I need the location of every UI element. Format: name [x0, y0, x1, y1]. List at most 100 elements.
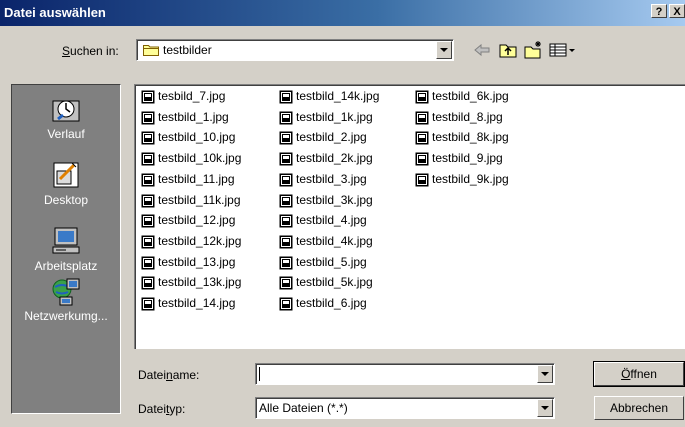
file-item[interactable]: testbild_1k.jpg: [279, 110, 373, 126]
file-list[interactable]: tesbild_7.jpg testbild_1.jpg testbild_10.j…: [134, 84, 685, 349]
image-file-icon: [279, 194, 293, 207]
file-name: testbild_1.jpg: [158, 109, 229, 124]
file-name: testbild_4.jpg: [296, 213, 367, 228]
cancel-button[interactable]: Abbrechen: [594, 396, 684, 420]
back-icon[interactable]: [472, 40, 492, 60]
file-item[interactable]: testbild_5k.jpg: [279, 275, 373, 291]
file-name: testbild_9k.jpg: [432, 171, 509, 186]
file-name: testbild_5k.jpg: [296, 275, 373, 290]
image-file-icon: [141, 152, 155, 166]
filetype-label-post: yp:: [169, 402, 186, 416]
file-item[interactable]: testbild_4.jpg: [279, 213, 367, 229]
file-name: testbild_4k.jpg: [296, 233, 373, 248]
file-name: testbild_12k.jpg: [158, 233, 242, 248]
image-file-icon: [279, 214, 293, 228]
file-item[interactable]: testbild_3.jpg: [279, 172, 367, 188]
title-bar[interactable]: Datei auswählen ? X: [0, 0, 685, 26]
file-name: testbild_3.jpg: [296, 171, 367, 186]
file-name: testbild_14k.jpg: [296, 89, 380, 103]
filetype-label: Dateityp:: [138, 402, 185, 416]
file-name: testbild_9.jpg: [432, 151, 503, 166]
file-item[interactable]: testbild_14.jpg: [141, 296, 235, 312]
open-button[interactable]: Öffnen: [593, 361, 685, 387]
filename-input[interactable]: [255, 363, 555, 385]
lookin-value: testbilder: [163, 43, 212, 57]
place-history[interactable]: Verlauf: [12, 93, 120, 141]
file-item[interactable]: testbild_2k.jpg: [279, 151, 373, 167]
image-file-icon: [279, 235, 293, 249]
file-name: testbild_5.jpg: [296, 254, 367, 269]
file-name: testbild_10k.jpg: [158, 151, 242, 166]
file-item[interactable]: testbild_2.jpg: [279, 130, 367, 146]
file-name: testbild_10.jpg: [158, 130, 236, 145]
filetype-dropdown[interactable]: Alle Dateien (*.*): [255, 397, 555, 419]
close-button[interactable]: X: [669, 4, 685, 18]
place-desktop[interactable]: Desktop: [12, 159, 120, 207]
image-file-icon: [279, 256, 293, 270]
file-name: testbild_13.jpg: [158, 254, 236, 269]
place-my-computer-label: Arbeitsplatz: [34, 259, 98, 273]
lookin-label-accel: S: [62, 44, 71, 58]
image-file-icon: [141, 214, 155, 228]
file-item[interactable]: testbild_10k.jpg: [141, 151, 241, 167]
file-item[interactable]: testbild_5.jpg: [279, 255, 367, 271]
file-name: testbild_13k.jpg: [158, 275, 242, 290]
filetype-label-pre: Datei: [138, 402, 167, 416]
filetype-dropdown-button[interactable]: [537, 399, 553, 417]
file-name: testbild_6k.jpg: [432, 89, 509, 103]
file-item[interactable]: testbild_6k.jpg: [415, 89, 509, 105]
file-item[interactable]: testbild_13k.jpg: [141, 275, 241, 291]
file-item[interactable]: testbild_13.jpg: [141, 255, 235, 271]
file-item[interactable]: testbild_9.jpg: [415, 151, 503, 167]
new-folder-icon[interactable]: [523, 40, 543, 60]
image-file-icon: [141, 297, 155, 311]
file-item[interactable]: testbild_12k.jpg: [141, 234, 241, 250]
file-item[interactable]: testbild_8k.jpg: [415, 130, 509, 146]
desktop-icon: [53, 162, 79, 188]
file-item[interactable]: testbild_1.jpg: [141, 110, 229, 126]
image-file-icon: [415, 111, 429, 125]
place-network-label: Netzwerkumg...: [24, 309, 108, 323]
view-menu-icon[interactable]: [548, 40, 576, 60]
image-file-icon: [141, 90, 155, 104]
file-name: testbild_2.jpg: [296, 130, 367, 145]
file-name: testbild_1k.jpg: [296, 109, 373, 124]
image-file-icon: [141, 131, 155, 145]
place-network[interactable]: Netzwerkumg...: [12, 275, 120, 323]
image-file-icon: [141, 111, 155, 125]
filename-dropdown-button[interactable]: [537, 365, 553, 383]
chevron-down-icon: [440, 48, 448, 52]
up-folder-icon[interactable]: [498, 40, 518, 60]
file-item[interactable]: testbild_9k.jpg: [415, 172, 509, 188]
image-file-icon: [279, 131, 293, 145]
file-name: testbild_11k.jpg: [158, 192, 241, 207]
history-icon: [52, 100, 80, 122]
place-desktop-label: Desktop: [43, 193, 89, 207]
image-file-icon: [279, 173, 293, 187]
image-file-icon: [279, 297, 293, 311]
folder-icon: [143, 45, 159, 56]
lookin-label-text: uchen in:: [70, 44, 119, 58]
place-history-label: Verlauf: [47, 127, 85, 141]
file-name: testbild_8.jpg: [432, 109, 503, 124]
file-name: testbild_8k.jpg: [432, 130, 509, 145]
image-file-icon: [141, 194, 155, 207]
lookin-dropdown-button[interactable]: [436, 41, 452, 59]
file-item[interactable]: testbild_10.jpg: [141, 130, 235, 146]
file-item[interactable]: testbild_6.jpg: [279, 296, 367, 312]
file-name: testbild_2k.jpg: [296, 151, 373, 166]
file-item[interactable]: testbild_14k.jpg: [279, 89, 379, 105]
help-button[interactable]: ?: [651, 4, 667, 18]
file-item[interactable]: testbild_8.jpg: [415, 110, 503, 126]
file-item[interactable]: testbild_4k.jpg: [279, 234, 373, 250]
file-item[interactable]: testbild_11k.jpg: [141, 193, 241, 209]
place-my-computer[interactable]: Arbeitsplatz: [12, 225, 120, 273]
file-name: testbild_12.jpg: [158, 213, 236, 228]
file-item[interactable]: testbild_11.jpg: [141, 172, 235, 188]
file-item[interactable]: testbild_3k.jpg: [279, 193, 373, 209]
lookin-dropdown[interactable]: testbilder: [136, 39, 454, 61]
image-file-icon: [141, 256, 155, 270]
file-item[interactable]: tesbild_7.jpg: [141, 89, 225, 105]
file-item[interactable]: testbild_12.jpg: [141, 213, 235, 229]
network-icon: [52, 278, 80, 306]
